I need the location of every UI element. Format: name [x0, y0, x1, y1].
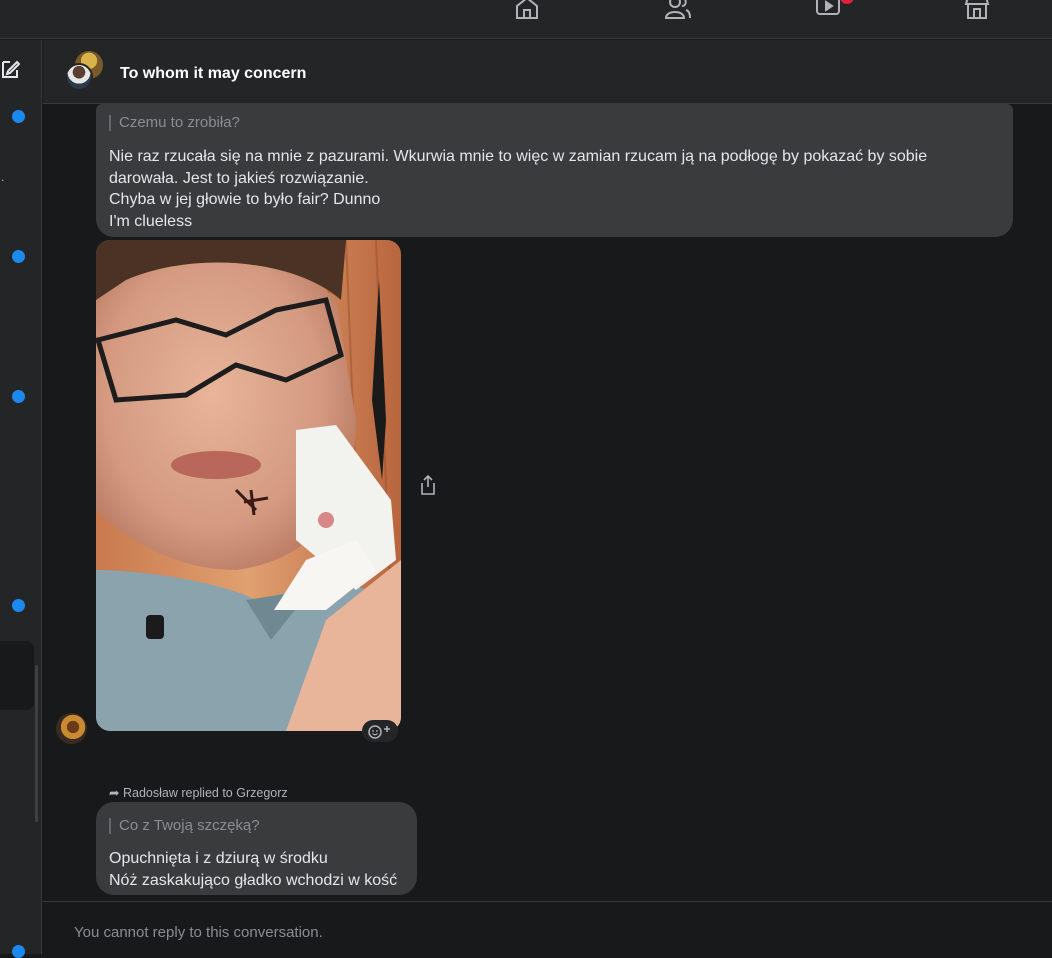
truncated-text: . — [1, 170, 5, 184]
reply-indicator: ➦ Radosław replied to Grzegorz — [109, 785, 288, 800]
message-line: Opuchnięta i z dziurą w środku — [109, 850, 328, 867]
marketplace-icon[interactable] — [963, 0, 995, 20]
message-line: Chyba w jej głowie to było fair? Dunno — [109, 191, 381, 208]
photo-attachment[interactable] — [96, 240, 401, 731]
selected-chat-item[interactable] — [0, 641, 34, 710]
chat-list-scrollbar[interactable] — [35, 665, 38, 822]
conversation-header: To whom it may concern — [43, 40, 1052, 104]
message-bubble[interactable]: Co z Twoją szczęką? Opuchnięta i z dziur… — [96, 802, 417, 895]
home-icon[interactable] — [513, 0, 545, 20]
share-icon — [421, 474, 435, 495]
top-navigation-bar — [0, 0, 1052, 39]
sender-avatar[interactable] — [56, 713, 87, 744]
unread-indicator — [12, 390, 25, 403]
add-reaction-button[interactable] — [362, 720, 398, 742]
emoji-plus-icon — [368, 725, 390, 739]
message-line: Nie raz rzucała się na mnie z pazurami. … — [109, 148, 928, 165]
quoted-message: Co z Twoją szczęką? — [109, 818, 404, 834]
composer-disabled-area: You cannot reply to this conversation. — [43, 901, 1052, 954]
chat-list-rail: . — [0, 40, 42, 958]
group-avatar[interactable] — [65, 51, 105, 93]
unread-indicator — [12, 599, 25, 612]
conversation-title[interactable]: To whom it may concern — [120, 65, 306, 83]
reply-meta-text: Radosław replied to Grzegorz — [122, 786, 288, 800]
share-button[interactable] — [418, 474, 438, 501]
message-text: Opuchnięta i z dziurą w środku Nóż zaska… — [109, 848, 404, 892]
unread-indicator — [12, 250, 25, 263]
message-line: I'm clueless — [109, 212, 193, 230]
compose-icon — [2, 60, 21, 78]
selfie-image — [96, 240, 401, 731]
quoted-message: Czemu to zrobiła? — [109, 115, 1000, 131]
avatar — [65, 63, 93, 91]
new-message-button[interactable] — [0, 58, 21, 85]
watch-icon[interactable] — [815, 0, 847, 20]
message-text: Nie raz rzucała się na mnie z pazurami. … — [109, 146, 1000, 232]
message-line: darowała. Jest to jakieś rozwiązanie. — [109, 169, 369, 187]
cannot-reply-notice: You cannot reply to this conversation. — [74, 924, 323, 941]
unread-indicator — [12, 945, 25, 958]
reply-arrow-icon: ➦ — [109, 786, 120, 800]
friends-icon[interactable] — [664, 0, 696, 20]
unread-indicator — [12, 110, 25, 123]
message-line: Nóż zaskakująco gładko wchodzi w kość — [109, 872, 398, 889]
message-bubble[interactable]: Czemu to zrobiła? Nie raz rzucała się na… — [96, 104, 1013, 237]
